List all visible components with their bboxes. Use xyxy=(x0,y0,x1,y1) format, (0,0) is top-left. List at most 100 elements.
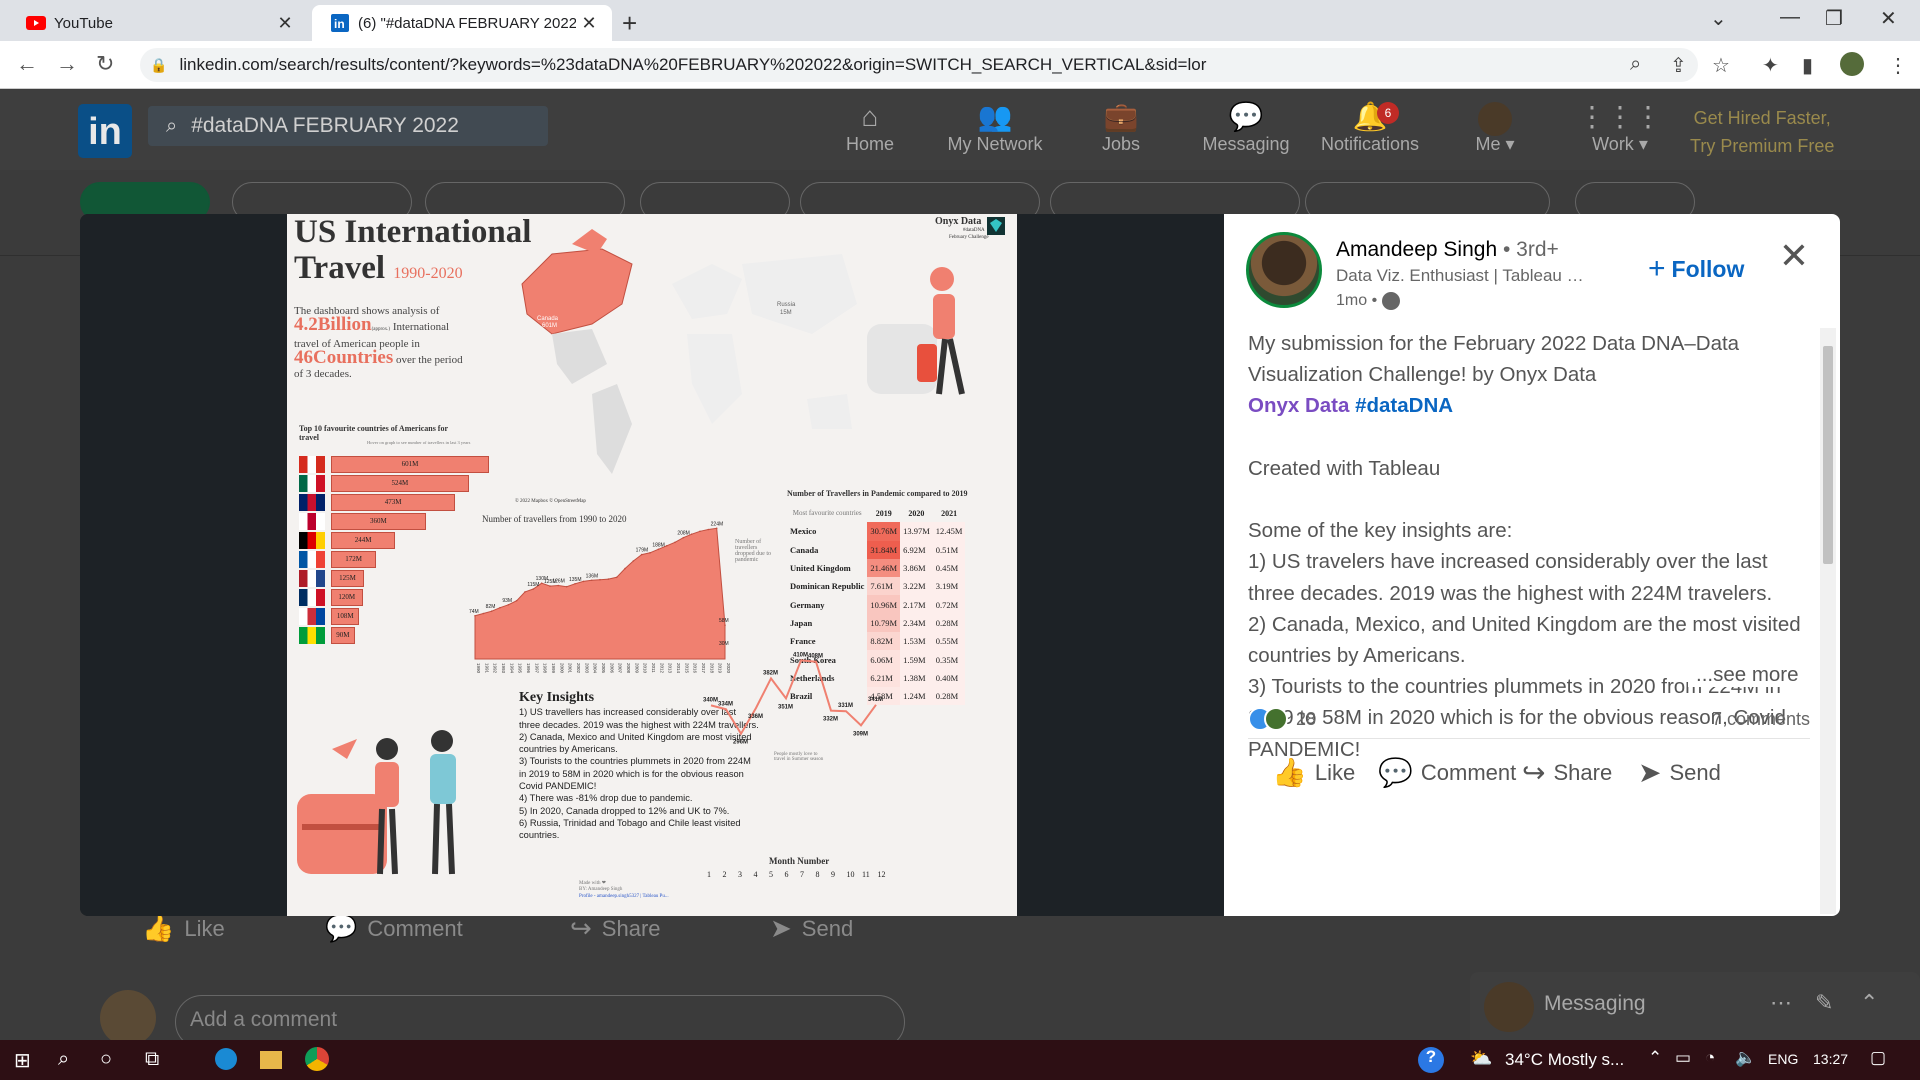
bookmark-star-icon[interactable]: ☆ xyxy=(1712,53,1730,78)
battery-icon[interactable]: ▭ xyxy=(1675,1048,1691,1068)
nav-work[interactable]: ⋮⋮⋮ Work ▾ xyxy=(1565,98,1675,155)
language-indicator[interactable]: ENG xyxy=(1768,1051,1798,1067)
nav-my-network[interactable]: 👥 My Network xyxy=(940,98,1050,155)
close-tab-icon[interactable]: ✕ xyxy=(272,10,298,36)
messaging-bar[interactable]: Messaging ⋯ ✎ ⌃ xyxy=(1470,972,1920,1042)
close-tab-icon[interactable]: ✕ xyxy=(576,10,602,36)
panel-scrollbar[interactable] xyxy=(1820,328,1836,914)
comment-button[interactable]: 💬 Comment xyxy=(325,913,463,944)
compose-icon[interactable]: ✎ xyxy=(1815,990,1833,1016)
tab-linkedin[interactable]: in (6) "#dataDNA FEBRUARY 2022" ✕ xyxy=(312,5,612,41)
top10-bar[interactable]: 244M xyxy=(331,532,396,549)
area-point[interactable] xyxy=(657,548,660,551)
area-point[interactable] xyxy=(715,527,718,530)
author-name[interactable]: Amandeep Singh • 3rd+ xyxy=(1336,238,1559,262)
notification-center-icon[interactable]: ▢ xyxy=(1870,1048,1886,1068)
reload-icon[interactable]: ↻ xyxy=(96,51,114,77)
area-point[interactable] xyxy=(624,567,626,570)
share-button[interactable]: ↪ Share xyxy=(1522,756,1612,789)
task-view-icon[interactable]: ⧉ xyxy=(145,1048,159,1071)
area-point[interactable] xyxy=(490,610,493,612)
tab-youtube[interactable]: YouTube ✕ xyxy=(8,5,308,41)
top10-bar[interactable]: 125M xyxy=(331,570,364,587)
area-point[interactable] xyxy=(482,612,485,615)
area-series[interactable] xyxy=(474,527,726,660)
linkedin-logo[interactable]: in xyxy=(78,104,132,158)
premium-link[interactable]: Get Hired Faster, Try Premium Free xyxy=(1690,104,1834,160)
cortana-icon[interactable]: ○ xyxy=(100,1048,112,1071)
area-point[interactable] xyxy=(474,615,476,617)
area-point[interactable] xyxy=(499,606,501,609)
area-point[interactable] xyxy=(549,585,551,587)
scrollbar-thumb[interactable] xyxy=(1823,346,1833,564)
month-series-line[interactable] xyxy=(710,659,877,736)
area-point[interactable] xyxy=(507,603,510,606)
area-point[interactable] xyxy=(565,585,568,588)
send-button[interactable]: ➤ Send xyxy=(1638,756,1721,789)
hashtag-link[interactable]: #dataDNA xyxy=(1355,394,1453,417)
area-point[interactable] xyxy=(690,533,693,535)
clock[interactable]: 13:27 xyxy=(1813,1051,1848,1067)
mention-link[interactable]: Onyx Data xyxy=(1248,394,1349,417)
file-explorer-icon[interactable] xyxy=(260,1051,282,1069)
close-modal-button[interactable]: ✕ xyxy=(1776,238,1812,274)
area-point[interactable] xyxy=(707,528,710,531)
new-tab-icon[interactable]: + xyxy=(622,8,637,39)
area-point[interactable] xyxy=(632,560,635,562)
area-point[interactable] xyxy=(515,599,518,602)
windows-start-icon[interactable]: ⊞ xyxy=(14,1048,31,1073)
area-point[interactable] xyxy=(615,576,618,579)
chevron-up-icon[interactable]: ⌃ xyxy=(1648,1048,1662,1068)
area-point[interactable] xyxy=(682,536,685,539)
comment-button[interactable]: 💬 Comment xyxy=(1378,756,1516,789)
edge-icon[interactable] xyxy=(215,1048,237,1070)
area-point[interactable] xyxy=(590,579,593,582)
area-point[interactable] xyxy=(607,578,610,580)
see-more-link[interactable]: ...see more xyxy=(1688,663,1799,687)
area-point[interactable] xyxy=(724,624,726,626)
area-point[interactable] xyxy=(665,545,668,547)
nav-notifications[interactable]: 🔔 6 Notifications xyxy=(1315,98,1425,155)
help-icon[interactable]: ? xyxy=(1418,1047,1444,1073)
volume-icon[interactable]: 🔈 xyxy=(1735,1048,1756,1068)
top10-bar[interactable]: 360M xyxy=(331,513,426,530)
author-avatar[interactable] xyxy=(1246,232,1322,308)
reactions-count[interactable]: 28 xyxy=(1296,709,1316,730)
top10-bar[interactable]: 601M xyxy=(331,456,489,473)
minimize-icon[interactable]: — xyxy=(1780,6,1800,29)
tab-search-icon[interactable]: ⌄ xyxy=(1710,6,1727,31)
search-icon[interactable]: ⌕ xyxy=(58,1048,69,1071)
follow-button[interactable]: + Follow xyxy=(1648,252,1744,286)
area-point[interactable] xyxy=(532,588,535,590)
area-point[interactable] xyxy=(699,530,701,533)
weather-text[interactable]: 34°C Mostly s... xyxy=(1505,1050,1624,1070)
profile-avatar[interactable] xyxy=(1840,52,1864,76)
share-icon[interactable]: ⇪ xyxy=(1670,53,1687,78)
menu-icon[interactable]: ⋮ xyxy=(1888,53,1908,78)
side-panel-icon[interactable]: ▮ xyxy=(1802,53,1813,78)
chrome-icon[interactable] xyxy=(305,1047,329,1071)
top10-bar[interactable]: 108M xyxy=(331,608,360,625)
area-point[interactable] xyxy=(582,580,585,583)
back-icon[interactable]: ← xyxy=(16,51,38,77)
area-point[interactable] xyxy=(640,553,643,556)
nav-home[interactable]: ⌂ Home xyxy=(815,98,925,155)
weather-icon[interactable]: ⛅ xyxy=(1470,1048,1492,1069)
top10-bar[interactable]: 90M xyxy=(331,627,355,644)
area-point[interactable] xyxy=(524,591,526,593)
chevron-up-icon[interactable]: ⌃ xyxy=(1860,990,1878,1016)
send-button[interactable]: ➤ Send xyxy=(770,913,853,944)
area-point[interactable] xyxy=(599,578,601,581)
area-point[interactable] xyxy=(649,552,651,554)
area-point[interactable] xyxy=(540,582,543,584)
share-button[interactable]: ↪ Share xyxy=(570,913,661,944)
maximize-icon[interactable]: ❐ xyxy=(1825,6,1843,31)
top10-bar[interactable]: 172M xyxy=(331,551,377,568)
forward-icon[interactable]: → xyxy=(56,51,78,77)
wifi-icon[interactable]: ◔ xyxy=(1705,1048,1715,1068)
nav-messaging[interactable]: 💬 Messaging xyxy=(1191,98,1301,155)
area-point[interactable] xyxy=(557,584,560,587)
like-button[interactable]: 👍 Like xyxy=(1272,756,1355,789)
nav-jobs[interactable]: 💼 Jobs xyxy=(1066,98,1176,155)
like-button[interactable]: 👍 Like xyxy=(142,913,225,944)
